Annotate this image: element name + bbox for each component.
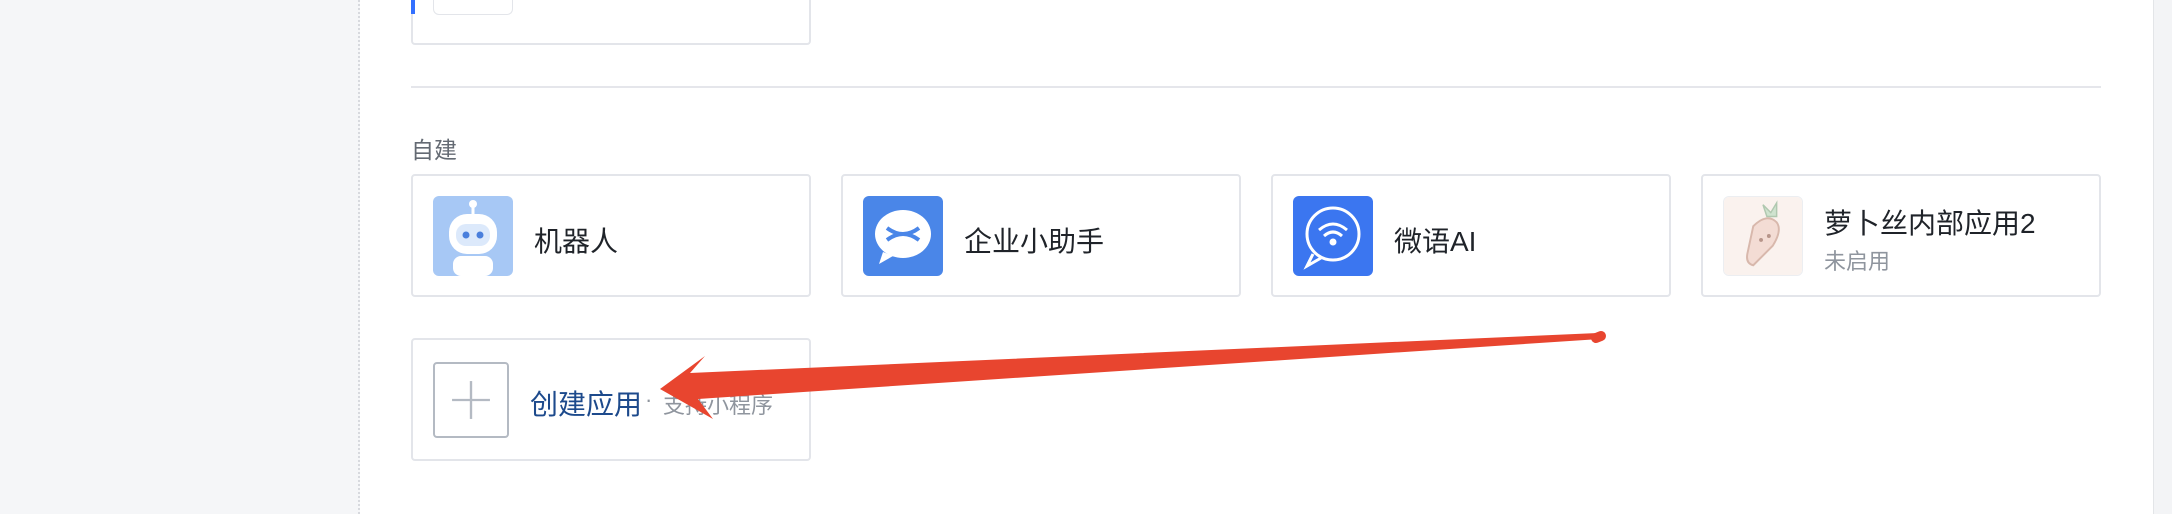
selected-indicator [411,0,415,14]
separator-dot: · [645,387,653,412]
app-name: 企业小助手 [964,226,1105,257]
carrot-icon [1723,196,1803,276]
section-divider [411,86,2101,88]
app-card-luobosi[interactable]: 萝卜丝内部应用2 未启用 [1701,174,2101,297]
wifi-chat-icon [1293,196,1373,276]
assistant-icon [863,196,943,276]
previous-app-card[interactable] [411,0,811,45]
app-card-assistant[interactable]: 企业小助手 [841,174,1241,297]
app-card-weiyu-ai[interactable]: 微语AI [1271,174,1671,297]
create-app-hint: 支持小程序 [663,393,774,418]
status-label: 未启用 [1824,249,1891,274]
left-sidebar-area [0,0,360,514]
app-card-robot[interactable]: 机器人 [411,174,811,297]
section-title: 自建 [411,137,457,163]
scrollbar-track[interactable] [2153,0,2172,514]
app-name: 机器人 [534,226,619,257]
create-app-label: 创建应用 [530,389,643,420]
plus-icon [433,362,509,438]
app-name: 萝卜丝内部应用2 [1824,208,2036,239]
create-app-button[interactable]: 创建应用 · 支持小程序 [411,338,811,461]
app-name: 微语AI [1394,226,1477,257]
app-icon [433,0,513,15]
robot-icon [433,196,513,276]
